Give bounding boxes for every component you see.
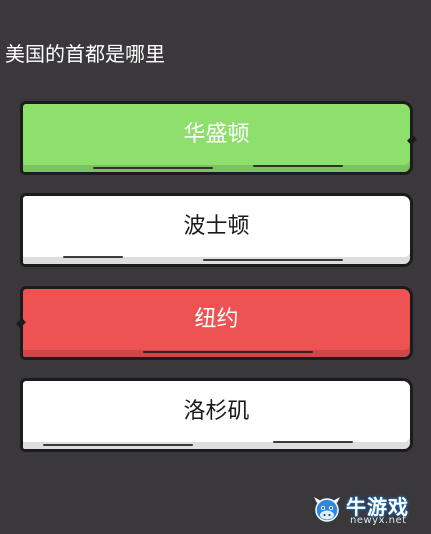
sketch-line bbox=[93, 167, 213, 169]
sketch-line bbox=[143, 351, 313, 353]
answer-label: 波士顿 bbox=[183, 214, 250, 239]
answer-label: 洛杉矶 bbox=[183, 399, 250, 424]
sketch-line bbox=[253, 165, 343, 167]
sketch-line bbox=[63, 256, 123, 258]
cow-mascot-icon bbox=[314, 497, 340, 522]
sketch-line bbox=[203, 259, 343, 261]
answer-option-los-angeles[interactable]: 洛杉矶 bbox=[20, 378, 413, 452]
answer-option-boston[interactable]: 波士顿 bbox=[20, 193, 413, 267]
watermark-url: newyx.net bbox=[350, 515, 407, 526]
sketch-line bbox=[273, 441, 353, 443]
answer-option-new-york[interactable]: 纽约 bbox=[16, 286, 413, 360]
sketch-line bbox=[43, 444, 193, 446]
edge-notch bbox=[407, 135, 417, 145]
answer-label: 纽约 bbox=[194, 307, 239, 332]
watermark-logo: 牛游戏 newyx.net bbox=[312, 490, 424, 530]
answer-label: 华盛顿 bbox=[183, 122, 250, 147]
answer-option-washington[interactable]: 华盛顿 bbox=[20, 101, 417, 175]
question-text: 美国的首都是哪里 bbox=[5, 42, 165, 66]
edge-notch bbox=[16, 318, 26, 328]
